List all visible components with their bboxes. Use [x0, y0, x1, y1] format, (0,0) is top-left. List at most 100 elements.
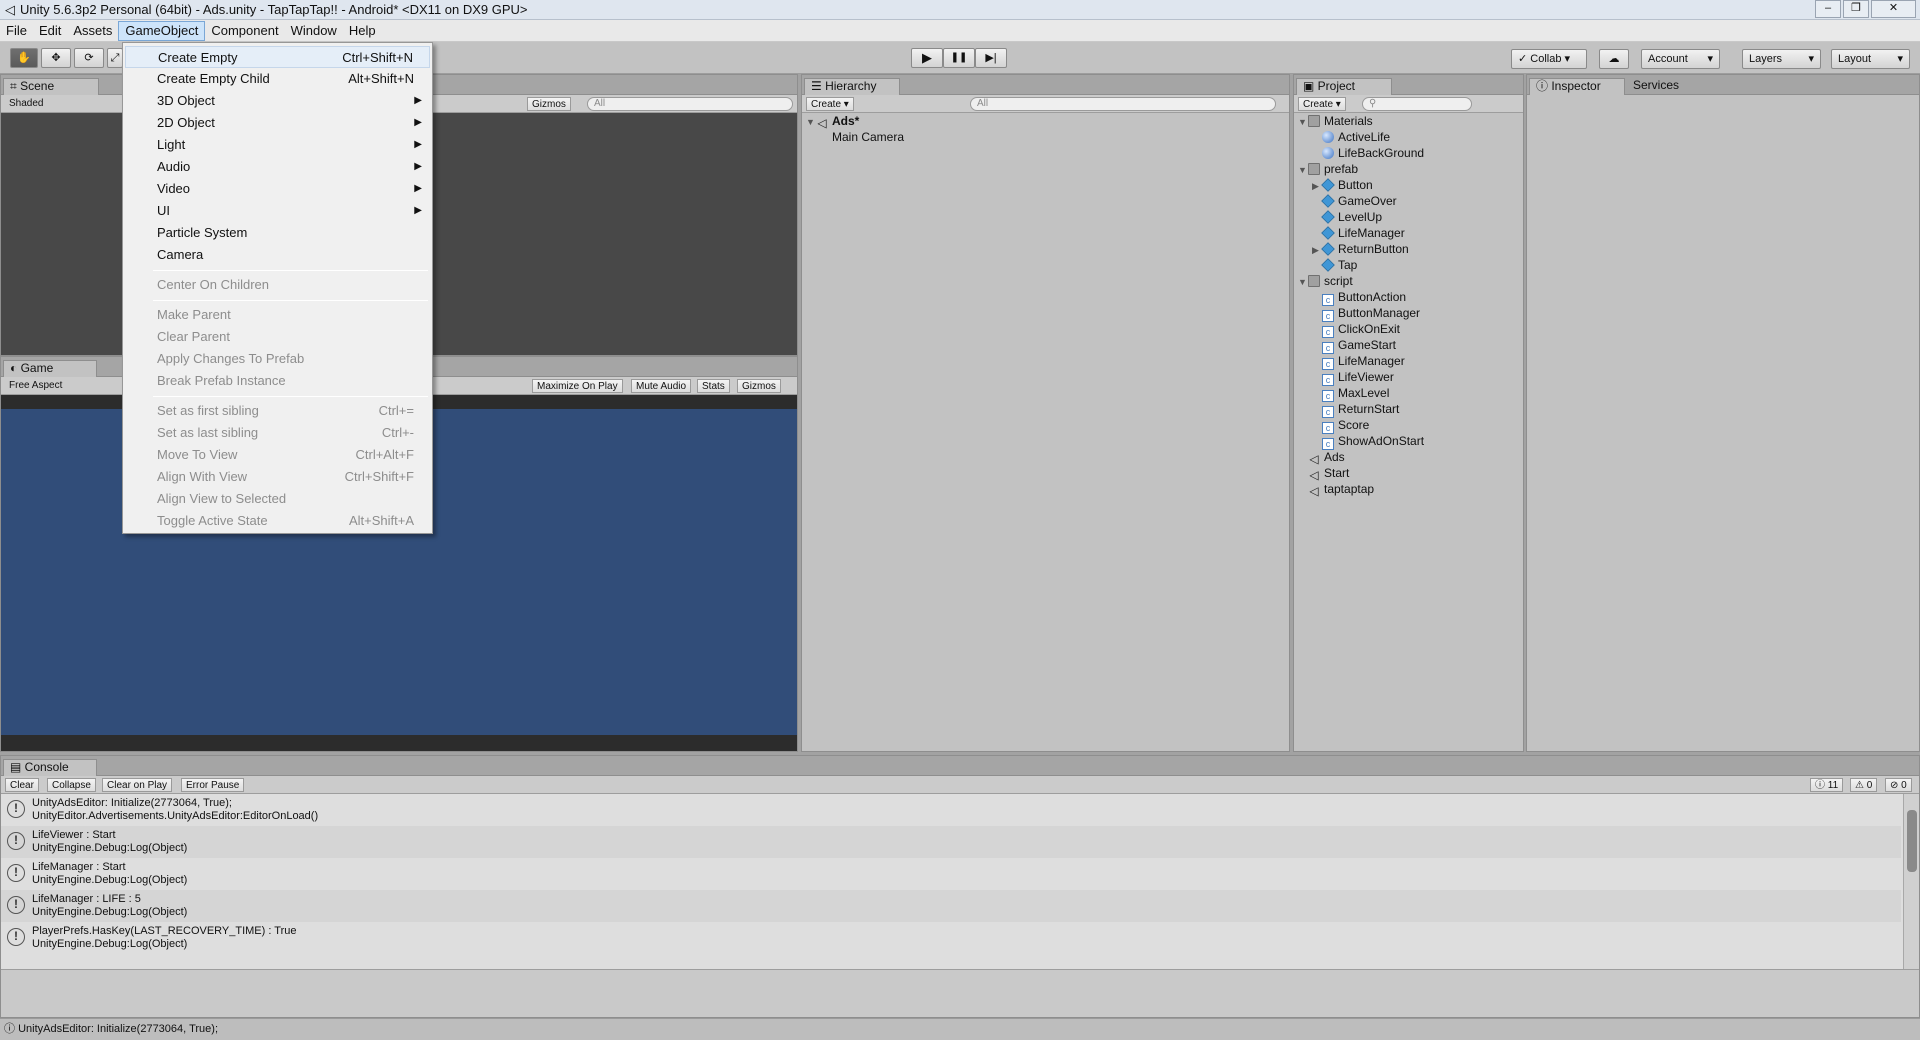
- menu-item-3d-object[interactable]: 3D Object ▶: [125, 90, 430, 112]
- mute-audio-button[interactable]: Mute Audio: [631, 379, 692, 393]
- expand-arrow-icon[interactable]: ▶: [1312, 242, 1322, 258]
- menu-item-light[interactable]: Light ▶: [125, 134, 430, 156]
- console-log-entry[interactable]: ! LifeViewer : Start UnityEngine.Debug:Log…: [1, 826, 1901, 858]
- close-button[interactable]: ✕: [1871, 0, 1916, 18]
- console-scrollbar[interactable]: [1903, 794, 1919, 969]
- console-error-pause-button[interactable]: Error Pause: [181, 778, 245, 792]
- cloud-button[interactable]: ☁: [1599, 49, 1629, 69]
- menu-assets[interactable]: Assets: [67, 20, 118, 42]
- account-dropdown[interactable]: Account ▾: [1641, 49, 1720, 69]
- scale-tool-button[interactable]: ⤢: [107, 48, 123, 68]
- collab-button[interactable]: ✓ Collab ▾: [1511, 49, 1587, 69]
- menu-window[interactable]: Window: [285, 20, 343, 42]
- expand-arrow-icon[interactable]: ▼: [1298, 162, 1308, 178]
- tab-services[interactable]: Services: [1627, 78, 1707, 95]
- aspect-dropdown[interactable]: Free Aspect: [5, 379, 123, 393]
- menu-item-ui[interactable]: UI ▶: [125, 200, 430, 222]
- maximize-on-play-button[interactable]: Maximize On Play: [532, 379, 623, 393]
- project-item-lifemanager[interactable]: LifeManager: [1312, 225, 1405, 241]
- project-item-returnstart[interactable]: c ReturnStart: [1312, 401, 1399, 418]
- menu-file[interactable]: File: [0, 20, 33, 42]
- project-item-score[interactable]: c Score: [1312, 417, 1369, 434]
- menu-component[interactable]: Component: [205, 20, 284, 42]
- expand-arrow-icon[interactable]: ▼: [1298, 114, 1308, 130]
- menu-item-create-empty[interactable]: Create Empty Ctrl+Shift+N: [125, 46, 430, 68]
- console-scroll-thumb[interactable]: [1907, 810, 1917, 872]
- project-item-returnbutton[interactable]: ▶ ReturnButton: [1312, 241, 1409, 257]
- project-item-lifeviewer[interactable]: c LifeViewer: [1312, 369, 1394, 386]
- project-item-lifemanager[interactable]: c LifeManager: [1312, 353, 1405, 370]
- console-log-entry[interactable]: ! UnityAdsEditor: Initialize(2773064, Tru…: [1, 794, 1901, 826]
- menu-item-audio[interactable]: Audio ▶: [125, 156, 430, 178]
- scene-root[interactable]: ▼ ◁ Ads*: [806, 113, 859, 129]
- layout-dropdown[interactable]: Layout ▾: [1831, 49, 1910, 69]
- tab-scene[interactable]: ⌗ Scene: [3, 78, 99, 95]
- menu-edit[interactable]: Edit: [33, 20, 67, 42]
- menu-item-camera[interactable]: Camera: [125, 244, 430, 266]
- pause-button[interactable]: ❚❚: [943, 48, 975, 68]
- move-tool-button[interactable]: ✥: [41, 48, 71, 68]
- menu-item-create-empty-child[interactable]: Create Empty Child Alt+Shift+N: [125, 68, 430, 90]
- project-item-buttonmanager[interactable]: c ButtonManager: [1312, 305, 1420, 322]
- project-item-script[interactable]: ▼ script: [1298, 273, 1353, 289]
- prefab-icon: [1321, 194, 1335, 208]
- stats-button[interactable]: Stats: [697, 379, 730, 393]
- menu-gameobject[interactable]: GameObject: [118, 21, 206, 41]
- step-button[interactable]: ▶|: [975, 48, 1007, 68]
- project-item-tap[interactable]: Tap: [1312, 257, 1357, 273]
- menu-help[interactable]: Help: [343, 20, 382, 42]
- menu-item-video[interactable]: Video ▶: [125, 178, 430, 200]
- menu-item-2d-object[interactable]: 2D Object ▶: [125, 112, 430, 134]
- tab-inspector[interactable]: ⓘ Inspector: [1529, 78, 1625, 95]
- expand-arrow-icon[interactable]: ▶: [1312, 178, 1322, 194]
- hierarchy-search-input[interactable]: All: [970, 97, 1276, 111]
- game-gizmos-button[interactable]: Gizmos: [737, 379, 781, 393]
- project-item-prefab[interactable]: ▼ prefab: [1298, 161, 1358, 177]
- shading-dropdown[interactable]: Shaded: [5, 97, 125, 111]
- project-item-activelife[interactable]: ActiveLife: [1312, 129, 1390, 145]
- project-item-taptaptap[interactable]: ◁ taptaptap: [1298, 481, 1374, 497]
- tab-console[interactable]: ▤ Console: [3, 759, 97, 776]
- project-item-button[interactable]: ▶ Button: [1312, 177, 1373, 193]
- play-button[interactable]: ▶: [911, 48, 943, 68]
- warn-count-toggle[interactable]: ⚠ 0: [1850, 778, 1878, 792]
- tab-project[interactable]: ▣ Project: [1296, 78, 1392, 95]
- console-clear-button[interactable]: Clear: [5, 778, 39, 792]
- scene-search-input[interactable]: All: [587, 97, 793, 111]
- menu-item-particle-system[interactable]: Particle System: [125, 222, 430, 244]
- prefab-icon: [1321, 178, 1335, 192]
- project-item-ads[interactable]: ◁ Ads: [1298, 449, 1344, 465]
- hand-tool-button[interactable]: ✋: [10, 48, 38, 68]
- window-title: Unity 5.6.3p2 Personal (64bit) - Ads.uni…: [20, 2, 528, 17]
- tab-hierarchy[interactable]: ☰ Hierarchy: [804, 78, 900, 95]
- hierarchy-create-dropdown[interactable]: Create ▾: [806, 97, 854, 111]
- project-item-buttonaction[interactable]: c ButtonAction: [1312, 289, 1406, 306]
- console-log-entry[interactable]: ! PlayerPrefs.HasKey(LAST_RECOVERY_TIME) …: [1, 922, 1901, 954]
- project-item-levelup[interactable]: LevelUp: [1312, 209, 1382, 225]
- project-item-maxlevel[interactable]: c MaxLevel: [1312, 385, 1389, 402]
- project-create-dropdown[interactable]: Create ▾: [1298, 97, 1346, 111]
- console-collapse-button[interactable]: Collapse: [47, 778, 96, 792]
- project-item-clickonexit[interactable]: c ClickOnExit: [1312, 321, 1400, 338]
- layers-dropdown[interactable]: Layers ▾: [1742, 49, 1821, 69]
- project-item-start[interactable]: ◁ Start: [1298, 465, 1349, 481]
- scene-gizmos-button[interactable]: Gizmos: [527, 97, 571, 111]
- status-bar[interactable]: ⓘ UnityAdsEditor: Initialize(2773064, Tr…: [0, 1018, 1920, 1040]
- tab-game[interactable]: ◐ Game: [3, 360, 97, 377]
- error-count-toggle[interactable]: ⊘ 0: [1885, 778, 1912, 792]
- expand-arrow-icon[interactable]: ▼: [1298, 274, 1308, 290]
- project-search-input[interactable]: ⚲: [1362, 97, 1472, 111]
- project-item-gamestart[interactable]: c GameStart: [1312, 337, 1396, 354]
- project-item-showadonstart[interactable]: c ShowAdOnStart: [1312, 433, 1424, 450]
- minimize-button[interactable]: –: [1815, 0, 1841, 18]
- maximize-button[interactable]: ❐: [1843, 0, 1869, 18]
- log-count-toggle[interactable]: ⓘ 11: [1810, 778, 1844, 792]
- rotate-tool-button[interactable]: ⟳: [74, 48, 104, 68]
- hierarchy-item-main-camera[interactable]: Main Camera: [832, 129, 904, 145]
- console-log-entry[interactable]: ! LifeManager : LIFE : 5 UnityEngine.Debug…: [1, 890, 1901, 922]
- project-item-materials[interactable]: ▼ Materials: [1298, 113, 1373, 129]
- project-item-gameover[interactable]: GameOver: [1312, 193, 1397, 209]
- console-log-entry[interactable]: ! LifeManager : Start UnityEngine.Debug:Lo…: [1, 858, 1901, 890]
- console-clear-on-play-button[interactable]: Clear on Play: [102, 778, 173, 792]
- project-item-lifebackground[interactable]: LifeBackGround: [1312, 145, 1424, 161]
